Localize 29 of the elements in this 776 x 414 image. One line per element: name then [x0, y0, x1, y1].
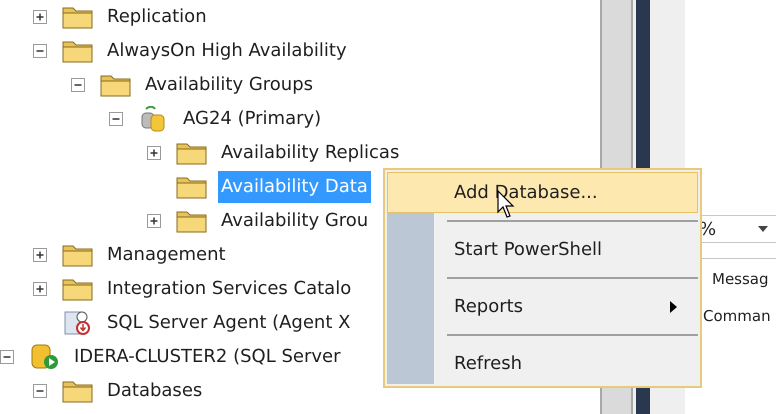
- collapse-icon[interactable]: [109, 112, 123, 126]
- tree-item[interactable]: AlwaysOn High Availability: [104, 35, 350, 67]
- expand-icon[interactable]: [33, 248, 47, 262]
- expand-icon[interactable]: [147, 214, 161, 228]
- server-icon: [29, 344, 61, 370]
- tree-item[interactable]: Integration Services Catalo: [104, 273, 354, 305]
- tree-item[interactable]: Databases: [104, 375, 206, 407]
- tree-item[interactable]: Management: [104, 239, 229, 271]
- menu-item[interactable]: Add Database...: [387, 172, 698, 213]
- menu-item[interactable]: Refresh: [387, 343, 698, 384]
- tree-item[interactable]: SQL Server Agent (Agent X: [104, 307, 354, 339]
- tree-item[interactable]: Availability Groups: [142, 69, 316, 101]
- tree-item[interactable]: Availability Grou: [218, 205, 372, 237]
- tree-item[interactable]: Availability Replicas: [218, 137, 402, 169]
- tree-item[interactable]: IDERA-CLUSTER2 (SQL Server: [71, 341, 344, 373]
- menu-item[interactable]: Start PowerShell: [387, 229, 698, 270]
- tree-item[interactable]: Replication: [104, 1, 210, 33]
- menu-item[interactable]: Reports: [387, 286, 698, 327]
- results-tab[interactable]: Comman: [703, 304, 771, 327]
- caret-icon: [758, 226, 768, 232]
- expand-icon[interactable]: [33, 282, 47, 296]
- results-tab[interactable]: Messag: [712, 268, 771, 290]
- collapse-icon[interactable]: [33, 44, 47, 58]
- collapse-icon[interactable]: [71, 78, 85, 92]
- tree-item[interactable]: AG24 (Primary): [180, 103, 324, 135]
- collapse-icon[interactable]: [0, 350, 14, 364]
- expand-icon[interactable]: [33, 10, 47, 24]
- expand-icon[interactable]: [147, 146, 161, 160]
- collapse-icon[interactable]: [33, 384, 47, 398]
